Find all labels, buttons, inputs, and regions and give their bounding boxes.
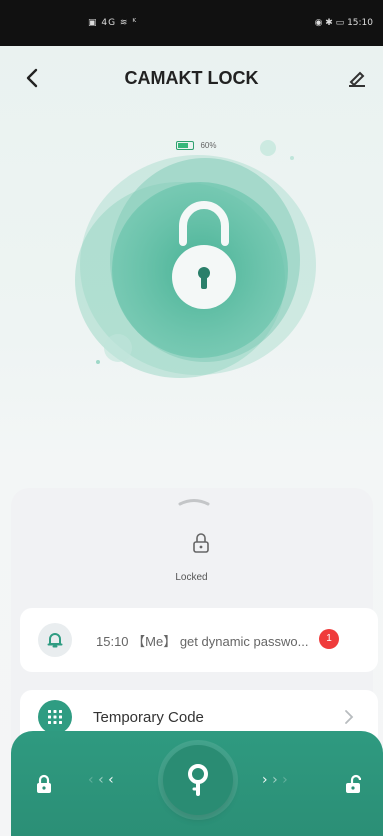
arrow-right-3: ›: [282, 772, 288, 788]
edit-icon[interactable]: [345, 68, 369, 88]
notification-badge: 1: [319, 629, 339, 649]
arrow-left-1: ‹: [88, 772, 94, 788]
page-title: CAMAKT LOCK: [124, 68, 259, 88]
bubble-small: [260, 140, 276, 156]
lock-status-label: Locked: [175, 572, 208, 583]
temporary-code-label: Temporary Code: [93, 709, 204, 726]
status-bar-time: 15:10: [347, 18, 373, 28]
lock-open-icon[interactable]: [345, 774, 361, 794]
bubble-dot: [96, 360, 100, 364]
sheet-grabber-icon[interactable]: [176, 495, 212, 507]
keypad-icon-container: [38, 700, 72, 734]
lock-visual[interactable]: [0, 130, 383, 410]
slide-left-arrows: ‹ ‹ ‹: [88, 772, 114, 788]
bubble-dot-right: [290, 156, 294, 160]
bell-icon-container: [38, 623, 72, 657]
lock-status-icon: [193, 533, 209, 553]
slide-right-arrows: › › ›: [262, 772, 288, 788]
notification-text: 15:10 【Me】 get dynamic passwo...: [96, 634, 309, 649]
status-bar-right: ◉ ✱ ▭ 15:10: [315, 18, 373, 28]
arrow-left-3: ‹: [108, 772, 114, 788]
arrow-right-1: ›: [262, 772, 268, 788]
keypad-icon: [48, 710, 62, 724]
chevron-right-icon: [345, 710, 354, 724]
arrow-right-2: ›: [272, 772, 278, 788]
unlock-key-button[interactable]: [163, 745, 233, 815]
arrow-left-2: ‹: [98, 772, 104, 788]
status-bar-left-icons: ▣ 4G ≋ ᴷ: [88, 18, 138, 28]
lock-closed-icon[interactable]: [36, 774, 52, 794]
notification-card[interactable]: 15:10 【Me】 get dynamic passwo... 1: [20, 608, 378, 672]
status-bar-right-icons: ◉ ✱ ▭: [314, 18, 345, 28]
top-bar: CAMAKT LOCK: [0, 46, 383, 110]
status-bar: ▣ 4G ≋ ᴷ ◉ ✱ ▭ 15:10: [0, 0, 383, 46]
key-icon: [188, 764, 208, 796]
bell-icon: [47, 633, 63, 648]
bubble-left: [104, 334, 132, 362]
